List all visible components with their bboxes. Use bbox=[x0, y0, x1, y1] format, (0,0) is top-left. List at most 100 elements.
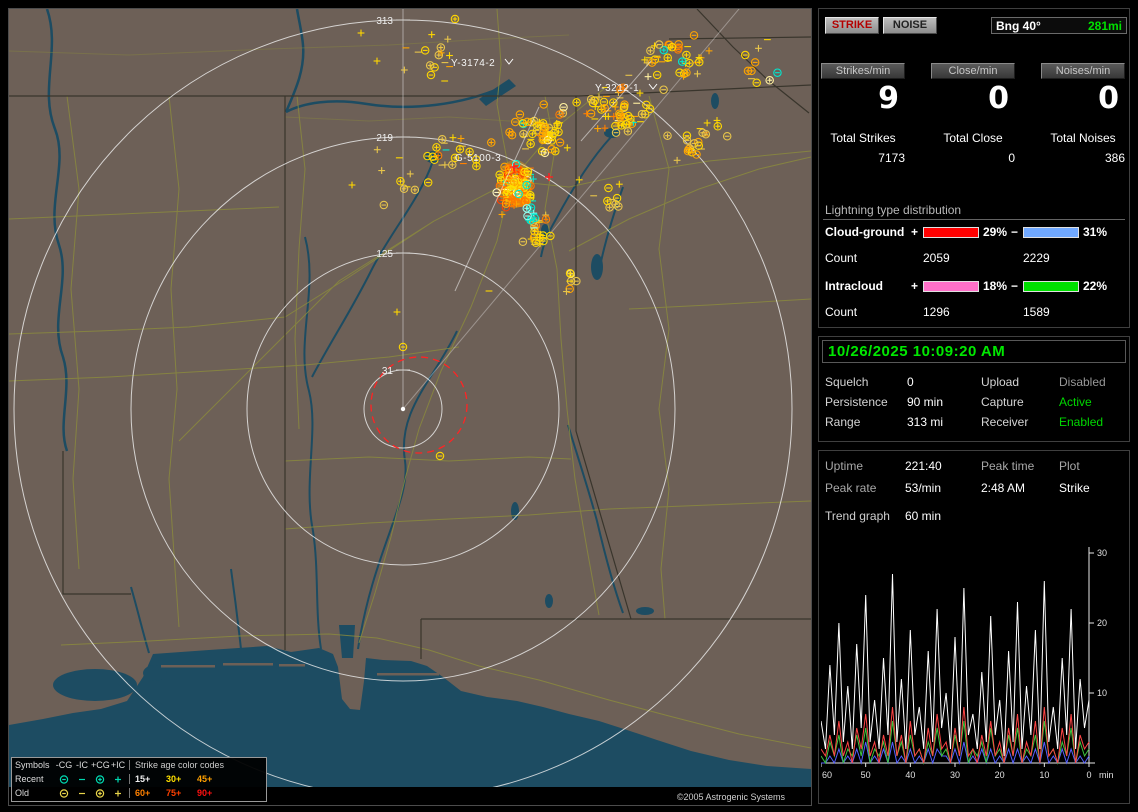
status-row: Persistence 90 min Capture Active bbox=[819, 395, 1129, 411]
ic-minus-icon bbox=[73, 773, 91, 784]
ring-distance-label: 31 bbox=[382, 366, 394, 377]
status-label: Range bbox=[825, 415, 861, 429]
stats-label: Peak time bbox=[981, 459, 1035, 473]
rates-panel: STRIKE NOISE Bng 40° 281mi Strikes/min C… bbox=[818, 8, 1130, 328]
age-code: 60+ bbox=[135, 788, 151, 798]
status-row: Range 313 mi Receiver Enabled bbox=[819, 415, 1129, 431]
total-strikes-label: Total Strikes bbox=[830, 131, 896, 145]
status-label: Persistence bbox=[825, 395, 888, 409]
legend-age-title: Strike age color codes bbox=[129, 760, 263, 770]
bearing-range-value: 281mi bbox=[1087, 18, 1122, 33]
stats-label: Uptime bbox=[825, 459, 864, 473]
status-value: 0 bbox=[907, 375, 914, 389]
cg-minus-icon bbox=[55, 787, 73, 798]
stats-value: 53/min bbox=[905, 481, 942, 495]
neg-count: 2229 bbox=[1023, 251, 1050, 265]
storm-cell-label: G-5100-3 bbox=[455, 153, 501, 164]
storm-cell-label: Y-3174-2 bbox=[451, 58, 495, 69]
pos-count: 2059 bbox=[923, 251, 950, 265]
bearing-label: Bng 40° bbox=[996, 18, 1041, 33]
map-legend: Symbols -CG -IC +CG +IC Strike age color… bbox=[11, 757, 267, 802]
trend-graph: 10 20 30 60 50 40 30 20 10 0 min bbox=[821, 547, 1114, 780]
total-close-label: Total Close bbox=[943, 131, 1003, 145]
dist-label: Cloud-ground bbox=[825, 225, 905, 239]
datetime-display: 10/26/2025 10:09:20 AM bbox=[822, 340, 1126, 363]
trend-x-unit: min bbox=[1099, 770, 1114, 780]
pos-percent: 29% bbox=[983, 225, 1008, 239]
age-code: 45+ bbox=[197, 774, 213, 784]
legend-row-label: Recent bbox=[15, 774, 44, 784]
legend-row-old: Old 60+ 75+ 90+ bbox=[12, 786, 266, 800]
pos-color-swatch bbox=[923, 227, 979, 238]
copyright: ©2005 Astrogenic Systems bbox=[677, 792, 786, 802]
ic-plus-icon bbox=[109, 787, 127, 798]
cg-plus-icon bbox=[91, 773, 109, 784]
trend-graph-label: Trend graph bbox=[825, 509, 890, 523]
count-label: Count bbox=[825, 305, 858, 319]
cg-plus-icon bbox=[91, 787, 109, 798]
status-value: Enabled bbox=[1059, 415, 1104, 429]
stats-panel: Uptime 221:40 Peak time Plot Peak rate 5… bbox=[818, 450, 1130, 804]
age-code: 75+ bbox=[166, 788, 182, 798]
ic-plus-icon bbox=[109, 773, 127, 784]
neg-percent: 31% bbox=[1083, 225, 1108, 239]
trend-x-label: 20 bbox=[995, 770, 1005, 780]
minus-sign: − bbox=[1011, 225, 1019, 239]
count-row-intracloud: Count 1296 1589 bbox=[819, 305, 1129, 325]
neg-color-swatch bbox=[1023, 281, 1079, 292]
neg-count: 1589 bbox=[1023, 305, 1050, 319]
legend-col-pos-ic: +IC bbox=[110, 760, 126, 770]
total-close-value: 0 bbox=[1008, 151, 1015, 165]
trend-graph-row: Trend graph 60 min bbox=[819, 509, 1129, 525]
status-value: 313 mi bbox=[907, 415, 944, 429]
stats-row: Uptime 221:40 Peak time Plot bbox=[819, 459, 1129, 475]
status-label: Squelch bbox=[825, 375, 869, 389]
status-panel: 10/26/2025 10:09:20 AM Squelch 0 Upload … bbox=[818, 336, 1130, 442]
status-label: Upload bbox=[981, 375, 1020, 389]
stats-row: Peak rate 53/min 2:48 AM Strike bbox=[819, 481, 1129, 497]
trend-x-label: 0 bbox=[1086, 770, 1091, 780]
divider bbox=[823, 219, 1125, 220]
strike-button[interactable]: STRIKE bbox=[825, 17, 879, 34]
stats-value: Strike bbox=[1059, 481, 1090, 495]
plus-sign: + bbox=[911, 279, 919, 293]
neg-color-swatch bbox=[1023, 227, 1079, 238]
legend-title: Symbols bbox=[15, 760, 50, 770]
strikes-per-min-header[interactable]: Strikes/min bbox=[821, 63, 905, 79]
storm-cell-label: Y-3212-1 bbox=[595, 83, 639, 94]
status-value: 90 min bbox=[907, 395, 944, 409]
trend-x-label: 10 bbox=[1039, 770, 1049, 780]
neg-percent: 22% bbox=[1083, 279, 1108, 293]
age-code: 90+ bbox=[197, 788, 213, 798]
stats-value: 221:40 bbox=[905, 459, 942, 473]
bearing-readout: Bng 40° 281mi bbox=[991, 17, 1127, 34]
cg-minus-icon bbox=[55, 773, 73, 784]
pos-color-swatch bbox=[923, 281, 979, 292]
pos-count: 1296 bbox=[923, 305, 950, 319]
legend-col-neg-ic: -IC bbox=[76, 760, 88, 770]
status-label: Capture bbox=[981, 395, 1024, 409]
trend-x-label: 30 bbox=[950, 770, 960, 780]
trend-graph-window: 60 min bbox=[905, 509, 942, 523]
radar-map[interactable]: 313 219 125 31 Y-3174-2 Y-3212-1 G-5100-3 ©200… bbox=[9, 9, 811, 805]
distribution-row-intracloud: Intracloud + 18% − 22% bbox=[819, 279, 1129, 299]
trend-y-label: 20 bbox=[1097, 618, 1107, 628]
stats-label: Plot bbox=[1059, 459, 1080, 473]
minus-sign: − bbox=[1011, 279, 1019, 293]
strikes-per-min-value: 9 bbox=[878, 81, 899, 116]
pos-percent: 18% bbox=[983, 279, 1008, 293]
noise-button[interactable]: NOISE bbox=[883, 17, 937, 34]
status-value: Disabled bbox=[1059, 375, 1106, 389]
trend-x-label: 40 bbox=[905, 770, 915, 780]
ring-distance-label: 313 bbox=[376, 16, 393, 27]
status-row: Squelch 0 Upload Disabled bbox=[819, 375, 1129, 391]
distribution-title: Lightning type distribution bbox=[825, 203, 962, 217]
noises-per-min-header[interactable]: Noises/min bbox=[1041, 63, 1125, 79]
legend-row-label: Old bbox=[15, 788, 30, 798]
trend-y-label: 10 bbox=[1097, 688, 1107, 698]
close-per-min-header[interactable]: Close/min bbox=[931, 63, 1015, 79]
total-noises-label: Total Noises bbox=[1050, 131, 1116, 145]
stats-label: Peak rate bbox=[825, 481, 877, 495]
age-code: 30+ bbox=[166, 774, 182, 784]
ring-distance-label: 125 bbox=[376, 249, 393, 260]
